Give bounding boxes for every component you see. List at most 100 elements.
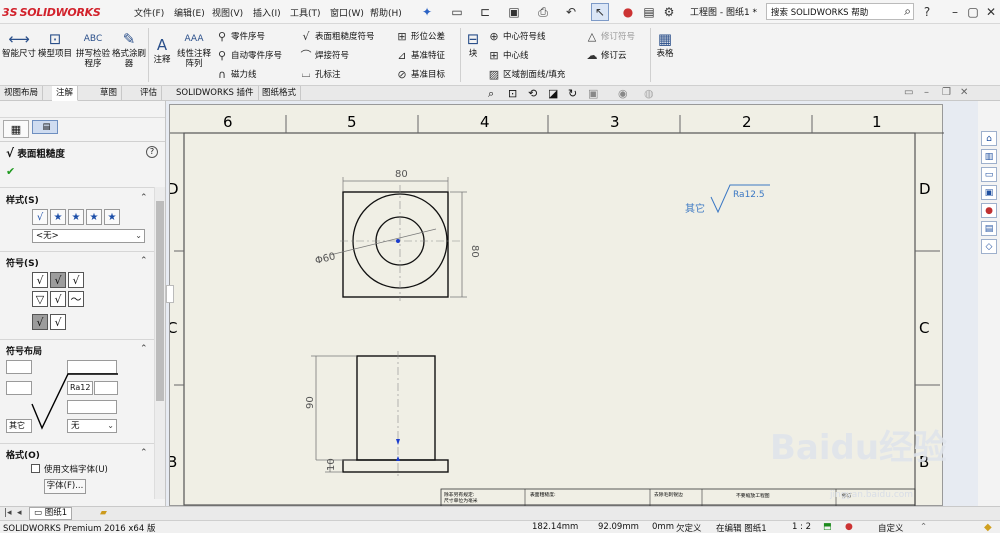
menu-edit[interactable]: 编辑(E) [174, 6, 205, 19]
hide-show-icon[interactable]: ◉ [618, 87, 628, 100]
dim-80-top[interactable]: 80 [395, 169, 408, 180]
maximize-button[interactable]: ▢ [964, 3, 982, 21]
tab-sketch[interactable]: 草图 [96, 86, 123, 101]
menu-insert[interactable]: 插入(I) [253, 6, 281, 19]
machining-required-symbol[interactable]: √ [50, 272, 66, 288]
dim-80-side[interactable]: 80 [469, 245, 480, 258]
collapse-chevron-icon[interactable]: ⌃ [140, 448, 148, 458]
panel-collapse-handle[interactable] [166, 285, 174, 303]
file-explorer-icon[interactable]: ▭ [981, 167, 997, 182]
rebuild-icon[interactable]: ● [619, 3, 637, 21]
design-library-icon[interactable]: ▥ [981, 149, 997, 164]
circle-all-around-symbol[interactable]: √ [50, 314, 66, 330]
panel-handle[interactable] [0, 101, 165, 118]
datum-target-button[interactable]: ⊘ 基准目标 [396, 66, 445, 82]
notification-icon[interactable]: ◆ [984, 522, 992, 533]
table-button[interactable]: ▦ 表格 [653, 30, 677, 59]
display-style-icon[interactable]: ▣ [588, 87, 598, 100]
block-button[interactable]: ⊟ 块 [463, 30, 483, 59]
basic-finish-symbol[interactable]: √ [32, 272, 48, 288]
close-button[interactable]: ✕ [982, 3, 1000, 21]
add-sheet-icon[interactable]: ▰ [100, 508, 107, 518]
window-minimize-icon[interactable]: – [924, 87, 929, 98]
style-delete-icon[interactable]: ★ [68, 209, 84, 225]
view-palette-icon[interactable]: ▣ [981, 185, 997, 200]
symbol-section-header[interactable]: 符号(S) [6, 256, 39, 269]
options-gear-icon[interactable]: ⚙ [660, 3, 678, 21]
units-chevron-icon[interactable]: ⌃ [920, 522, 927, 532]
tile-icon[interactable]: ▭ [904, 87, 913, 98]
custom-properties-icon[interactable]: ▤ [981, 221, 997, 236]
format-section-header[interactable]: 格式(O) [6, 448, 40, 461]
new-document-icon[interactable]: ▭ [448, 3, 466, 21]
feature-manager-tab[interactable]: ▦ [3, 120, 29, 138]
tab-evaluate[interactable]: 评估 [136, 86, 163, 101]
menu-tools[interactable]: 工具(T) [290, 6, 321, 19]
surface-finish-button[interactable]: √ 表面粗糙度符号 [300, 28, 374, 44]
help-button[interactable]: ? [918, 3, 936, 21]
undo-icon[interactable]: ↶ [562, 3, 580, 21]
select-pointer-icon[interactable]: ↖ [591, 3, 609, 21]
gtol-button[interactable]: ⊞ 形位公差 [396, 28, 445, 44]
sheet-tab-1[interactable]: ▭ 图纸1 [29, 507, 73, 520]
centerline-button[interactable]: ⊞ 中心线 [488, 47, 528, 63]
home-icon[interactable]: ⌂ [981, 131, 997, 146]
forum-icon[interactable]: ◇ [981, 239, 997, 254]
dim-10[interactable]: 10 [326, 458, 337, 471]
format-painter-button[interactable]: ✎ 格式涂刷器 [112, 30, 146, 69]
style-apply-icon[interactable]: √ [32, 209, 48, 225]
save-icon[interactable]: ▣ [505, 3, 523, 21]
panel-scrollbar[interactable] [154, 187, 165, 499]
center-mark-button[interactable]: ⊕ 中心符号线 [488, 28, 545, 44]
menu-view[interactable]: 视图(V) [212, 6, 243, 19]
style-select[interactable]: <无> ⌄ [32, 229, 145, 243]
property-manager-tab[interactable]: ▤ [32, 120, 58, 134]
all-around-symbol[interactable]: √ [32, 314, 48, 330]
appearance-icon[interactable]: ◍ [644, 87, 654, 100]
datum-feature-button[interactable]: ⊿ 基准特征 [396, 47, 445, 63]
revision-cloud-button[interactable]: ☁ 修订云 [586, 47, 627, 63]
previous-view-icon[interactable]: ⟲ [528, 87, 537, 100]
use-doc-font-checkbox[interactable] [31, 464, 40, 473]
style-save-icon[interactable]: ★ [86, 209, 102, 225]
window-close-icon[interactable]: ✕ [960, 87, 968, 98]
style-add-icon[interactable]: ★ [50, 209, 66, 225]
auto-balloon-button[interactable]: ⚲ 自动零件序号 [216, 47, 282, 63]
top-view[interactable]: 80 80 Φ60 [314, 169, 480, 301]
search-icon[interactable]: ⌕ [904, 4, 911, 19]
zoom-area-icon[interactable]: ⊡ [508, 87, 517, 100]
dim-90[interactable]: 90 [305, 396, 316, 409]
pin-icon[interactable]: ✦ [418, 3, 436, 21]
area-hatch-button[interactable]: ▨ 区域剖面线/填充 [488, 66, 566, 82]
window-restore-icon[interactable]: ❐ [942, 87, 951, 98]
status-light-icon[interactable]: ● [845, 522, 853, 532]
surface-finish-annotation[interactable]: 其它 Ra12.5 [685, 184, 770, 215]
collapse-chevron-icon[interactable]: ⌃ [140, 193, 148, 203]
zoom-fit-icon[interactable]: ⌕ [488, 87, 494, 101]
collapse-chevron-icon[interactable]: ⌃ [140, 256, 148, 266]
menu-help[interactable]: 帮助(H) [370, 6, 402, 19]
section-view-icon[interactable]: ◪ [548, 87, 558, 100]
status-sheet-scale[interactable]: 1 : 2 [792, 522, 811, 532]
weld-symbol-button[interactable]: ⌒ 焊接符号 [300, 47, 350, 63]
appearances-icon[interactable]: ● [981, 203, 997, 218]
style-section-header[interactable]: 样式(S) [6, 193, 39, 206]
jis-basic-symbol[interactable]: ▽ [32, 291, 48, 307]
style-load-icon[interactable]: ★ [104, 209, 120, 225]
model-items-button[interactable]: ⊡ 模型项目 [38, 30, 72, 59]
smart-dimension-button[interactable]: ⟷ 智能尺寸 [2, 30, 36, 59]
local-symbol[interactable]: √ [50, 291, 66, 307]
tab-annotation[interactable]: 注解 [52, 86, 79, 101]
help-search-input[interactable]: 搜索 SOLIDWORKS 帮助 ⌕ [766, 3, 914, 20]
ok-checkmark-button[interactable]: ✔ [6, 165, 15, 178]
menu-window[interactable]: 窗口(W) [330, 6, 364, 19]
panel-help-button[interactable]: ? [146, 146, 158, 158]
print-icon[interactable]: ⎙ [534, 3, 552, 21]
collapse-chevron-icon[interactable]: ⌃ [140, 344, 148, 354]
hole-callout-button[interactable]: ⌴ 孔标注 [300, 66, 341, 82]
menu-file[interactable]: 文件(F) [134, 6, 164, 19]
dim-phi60[interactable]: Φ60 [314, 251, 337, 267]
tab-view-layout[interactable]: 视图布局 [0, 86, 44, 101]
file-properties-icon[interactable]: ▤ [640, 3, 658, 21]
spell-check-button[interactable]: ABC 拼写检验程序 [76, 30, 110, 69]
